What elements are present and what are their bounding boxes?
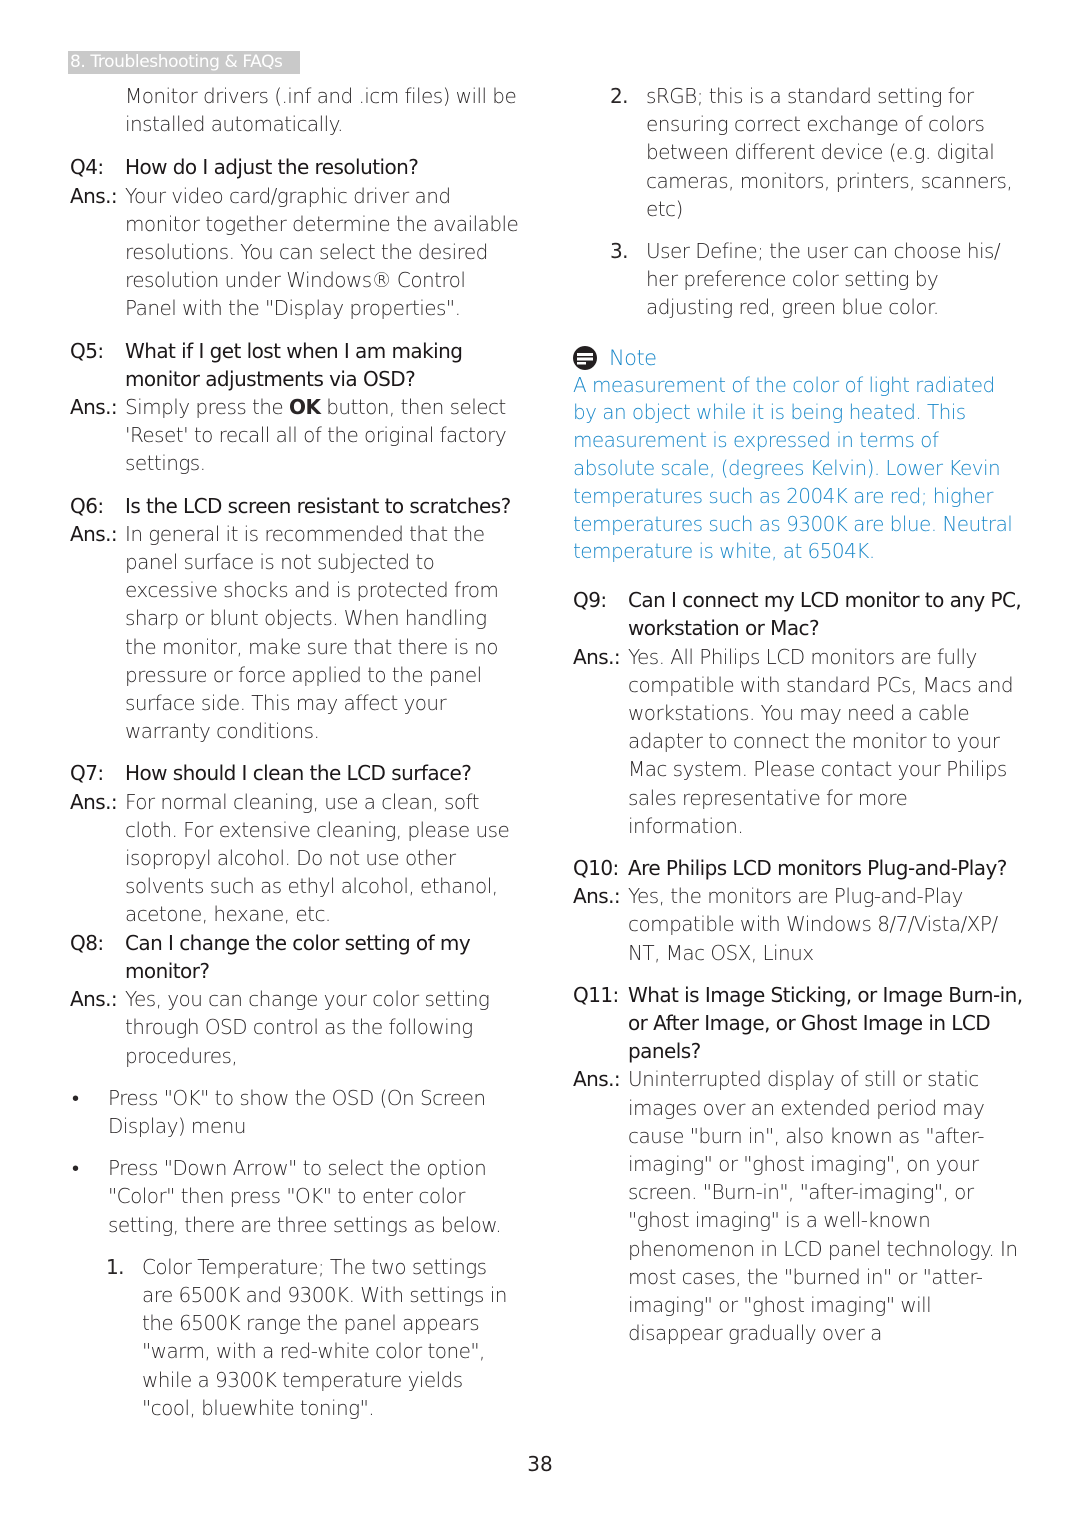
answer-text: Yes. All Philips LCD monitors are fully … <box>628 644 1014 838</box>
answer-text: Uninterrupted display of still or static… <box>628 1067 1018 1346</box>
question-row: Q7: How should I clean the LCD surface? <box>70 759 520 787</box>
color-settings-list: 1. Color Temperature; The two settings a… <box>70 1253 520 1422</box>
item-number: 1. <box>106 1254 125 1279</box>
question-label: Q6: <box>70 493 104 518</box>
numbered-item: 2. sRGB; this is a standard setting for … <box>610 82 1023 223</box>
note-body: A measurement of the color of light radi… <box>573 372 1013 564</box>
answer-label: Ans.: <box>70 789 118 814</box>
question-row: Q10: Are Philips LCD monitors Plug-and-P… <box>573 854 1023 882</box>
ok-button-reference: OK <box>289 395 321 420</box>
answer-label: Ans.: <box>70 521 118 546</box>
faq-q10: Q10: Are Philips LCD monitors Plug-and-P… <box>573 854 1023 967</box>
question-text: What if I get lost when I am making moni… <box>125 338 463 391</box>
question-label: Q4: <box>70 155 104 180</box>
answer-text: In general it is recommended that the pa… <box>125 521 499 744</box>
question-text: What is Image Sticking, or Image Burn-in… <box>628 982 1023 1064</box>
faq-q11: Q11: What is Image Sticking, or Image Bu… <box>573 981 1023 1348</box>
question-text: Is the LCD screen resistant to scratches… <box>125 493 511 518</box>
answer-label: Ans.: <box>70 183 118 208</box>
answer-text: For normal cleaning, use a clean, soft c… <box>125 789 510 927</box>
question-text: How should I clean the LCD surface? <box>125 761 472 786</box>
question-row: Q11: What is Image Sticking, or Image Bu… <box>573 981 1023 1066</box>
faq-q7: Q7: How should I clean the LCD surface? … <box>70 759 520 928</box>
note-icon <box>573 345 597 370</box>
question-label: Q10: <box>573 856 619 881</box>
question-text: Are Philips LCD monitors Plug-and-Play? <box>628 856 1007 881</box>
answer-row: Ans.: Simply press the OK button, then s… <box>70 393 520 478</box>
note-box: Note A measurement of the color of light… <box>573 344 1023 567</box>
item-number: 3. <box>610 239 629 264</box>
faq-q4: Q4: How do I adjust the resolution? Ans.… <box>70 153 520 322</box>
note-heading: Note <box>573 344 1023 372</box>
question-label: Q7: <box>70 761 104 786</box>
numbered-item: 1. Color Temperature; The two settings a… <box>106 1253 520 1422</box>
question-row: Q9: Can I connect my LCD monitor to any … <box>573 586 1023 642</box>
bullet-text: Press "Down Arrow" to select the option … <box>108 1156 502 1237</box>
item-text: User Define; the user can choose his/ he… <box>646 239 1001 320</box>
answer-text: Yes, you can change your color setting t… <box>125 987 490 1068</box>
right-column: 2. sRGB; this is a standard setting for … <box>573 82 1023 1347</box>
answer-row: Ans.: For normal cleaning, use a clean, … <box>70 788 520 929</box>
answer-row: Ans.: Yes, the monitors are Plug-and-Pla… <box>573 882 1023 967</box>
answer-text: Your video card/graphic driver and monit… <box>125 183 519 321</box>
faq-q9: Q9: Can I connect my LCD monitor to any … <box>573 586 1023 840</box>
question-row: Q4: How do I adjust the resolution? <box>70 153 520 181</box>
bullet-marker: • <box>72 1085 79 1110</box>
bullet-marker: • <box>72 1156 79 1181</box>
page-number: 38 <box>527 1452 553 1476</box>
bullet-item: • Press "Down Arrow" to select the optio… <box>70 1154 520 1239</box>
question-row: Q8: Can I change the color setting of my… <box>70 929 520 985</box>
faq-q5: Q5: What if I get lost when I am making … <box>70 337 520 478</box>
question-label: Q8: <box>70 930 104 955</box>
faq-q6: Q6: Is the LCD screen resistant to scrat… <box>70 492 520 746</box>
answer-row: Ans.: Your video card/graphic driver and… <box>70 182 520 323</box>
answer-text: Simply press the OK button, then select … <box>125 393 520 478</box>
answer-label: Ans.: <box>573 884 621 909</box>
question-text: How do I adjust the resolution? <box>125 155 419 180</box>
left-column: Monitor drivers (.inf and .icm files) wi… <box>70 82 520 1422</box>
question-label: Q5: <box>70 338 104 363</box>
color-settings-list-continued: 2. sRGB; this is a standard setting for … <box>573 82 1023 322</box>
answer-text-pre: Simply press the <box>125 395 289 420</box>
question-text: Can I connect my LCD monitor to any PC, … <box>628 588 1022 641</box>
item-number: 2. <box>610 84 629 108</box>
question-row: Q6: Is the LCD screen resistant to scrat… <box>70 492 520 520</box>
note-title: Note <box>609 345 657 370</box>
answer-row: Ans.: Yes. All Philips LCD monitors are … <box>573 643 1023 840</box>
answer-row: Ans.: Uninterrupted display of still or … <box>573 1065 1023 1347</box>
section-header-tag: 8. Troubleshooting & FAQs <box>68 51 300 74</box>
question-label: Q11: <box>573 982 619 1007</box>
bullet-item: • Press "OK" to show the OSD (On Screen … <box>70 1084 520 1140</box>
answer-row: Ans.: In general it is recommended that … <box>70 520 520 746</box>
answer-label: Ans.: <box>70 395 118 420</box>
bullet-text: Press "OK" to show the OSD (On Screen Di… <box>108 1085 486 1138</box>
answer-label: Ans.: <box>70 987 118 1012</box>
answer-label: Ans.: <box>573 644 621 669</box>
faq-q8: Q8: Can I change the color setting of my… <box>70 929 520 1070</box>
numbered-item: 3. User Define; the user can choose his/… <box>610 237 1023 322</box>
question-label: Q9: <box>573 588 607 613</box>
item-text: sRGB; this is a standard setting for ens… <box>646 84 1013 221</box>
answer-label: Ans.: <box>573 1067 621 1092</box>
answer-row: Ans.: Yes, you can change your color set… <box>70 985 520 1070</box>
intro-continuation: Monitor drivers (.inf and .icm files) wi… <box>125 84 517 137</box>
question-text: Can I change the color setting of my mon… <box>125 930 471 983</box>
answer-text: Yes, the monitors are Plug-and-Play comp… <box>628 884 998 965</box>
item-text: Color Temperature; The two settings are … <box>142 1254 507 1420</box>
question-row: Q5: What if I get lost when I am making … <box>70 337 520 393</box>
